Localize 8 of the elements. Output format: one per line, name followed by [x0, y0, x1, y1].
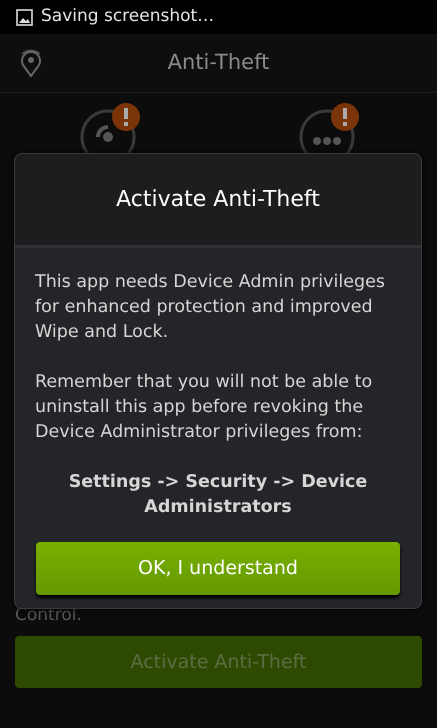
dialog-text: This app needs Device Admin privileges for enhanced protection and improved Wipe and Lock. [35, 271, 386, 344]
dialog-text: Remember that you will not be able to uninstall this app before revoking the Device Administrator privileges from: [35, 371, 374, 444]
ok-button[interactable]: OK, I understand [36, 542, 400, 595]
notification-text: Saving screenshot… [41, 5, 214, 28]
app-title: Anti-Theft [168, 49, 270, 76]
dialog-title: Activate Anti-Theft [116, 186, 320, 214]
settings-path: Settings -> Security -> Device Administrators [68, 471, 368, 519]
image-icon [16, 8, 33, 26]
